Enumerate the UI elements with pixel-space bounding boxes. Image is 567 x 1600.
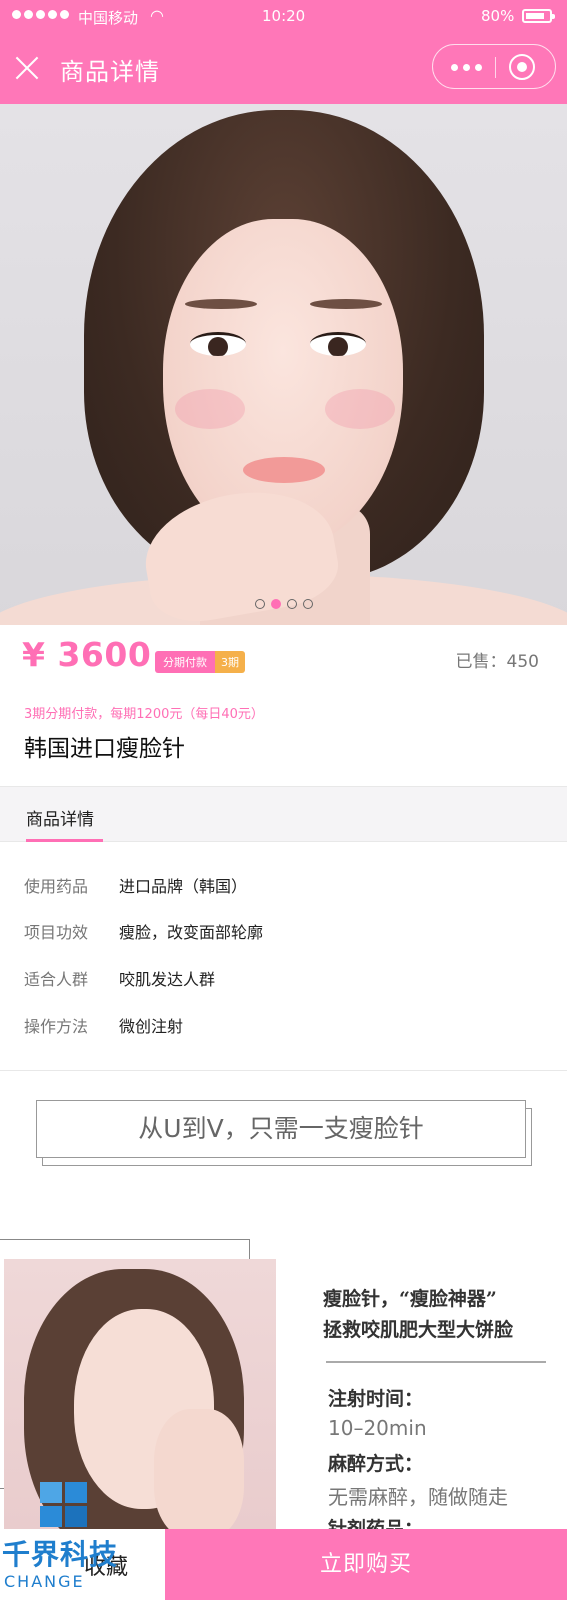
- product-summary: ¥ 3600 分期付款 3期 已售：450 3期分期付款，每期1200元（每日4…: [0, 625, 567, 785]
- wifi-icon: ◠: [150, 6, 164, 25]
- promo-divider: [326, 1361, 546, 1363]
- slogan-banner: 从U到V，只需一支瘦脸针: [36, 1100, 536, 1166]
- close-icon[interactable]: [14, 55, 40, 81]
- hero-photo-cheek: [325, 389, 395, 429]
- buy-now-button[interactable]: 立即购买: [165, 1529, 567, 1600]
- spec-value: 瘦脸，改变面部轮廓: [119, 923, 264, 942]
- hero-photo-cheek: [175, 389, 245, 429]
- watermark-cn: 千界科技: [2, 1538, 119, 1571]
- spec-value: 微创注射: [119, 1017, 184, 1036]
- top-bar: 中国移动 ◠ 10:20 80% 商品详情: [0, 0, 567, 104]
- windows-logo-icon: [40, 1482, 88, 1528]
- product-name: 韩国进口瘦脸针: [24, 736, 185, 762]
- carousel-dot[interactable]: [286, 599, 297, 609]
- product-image-carousel[interactable]: [0, 104, 567, 625]
- spec-key: 操作方法: [24, 1017, 89, 1036]
- installment-info: 3期分期付款，每期1200元（每日40元）: [24, 707, 264, 722]
- exit-target-icon[interactable]: [509, 54, 535, 80]
- status-bar: 中国移动 ◠ 10:20 80%: [0, 0, 567, 32]
- battery-fill: [526, 13, 544, 19]
- promo-photo-hand: [154, 1409, 244, 1529]
- battery-percent: 80%: [481, 7, 515, 25]
- spec-key: 项目功效: [24, 923, 89, 942]
- status-time: 10:20: [262, 7, 306, 25]
- hero-photo-brow: [310, 299, 382, 309]
- carousel-dot[interactable]: [254, 599, 265, 609]
- hero-photo-eye: [190, 332, 246, 356]
- page-title: 商品详情: [60, 58, 160, 86]
- spec-key: 适合人群: [24, 970, 89, 989]
- active-tab-indicator: [26, 839, 103, 842]
- hero-photo-brow: [185, 299, 257, 309]
- promo-key: 注射时间：: [328, 1388, 424, 1410]
- mini-program-capsule: [432, 44, 556, 89]
- watermark-en: CHANGE: [4, 1572, 85, 1591]
- carousel-dot[interactable]: [302, 599, 313, 609]
- slogan-text: 从U到V，只需一支瘦脸针: [36, 1100, 526, 1158]
- carousel-indicator[interactable]: [0, 599, 567, 611]
- installment-badge-periods: 3期: [215, 651, 245, 673]
- more-icon[interactable]: [447, 57, 485, 77]
- tab-product-details[interactable]: 商品详情: [26, 805, 94, 830]
- signal-strength-icon: [12, 10, 69, 19]
- capsule-divider: [495, 57, 496, 78]
- spec-key: 使用药品: [24, 877, 89, 896]
- installment-badge-label: 分期付款: [155, 651, 215, 673]
- promo-text-block: 瘦脸针，“瘦脸神器” 拯救咬肌肥大型大饼脸 注射时间： 10–20min 麻醉方…: [323, 1284, 553, 1540]
- sold-count: 已售：450: [455, 652, 539, 672]
- battery-icon: [522, 9, 555, 23]
- carrier-name: 中国移动: [78, 9, 139, 27]
- product-price: ¥ 3600: [22, 635, 152, 674]
- hero-photo-eye: [310, 332, 366, 356]
- promo-subheadline: 拯救咬肌肥大型大饼脸: [323, 1319, 514, 1341]
- hero-photo-lips: [243, 457, 325, 483]
- spec-list: 使用药品 进口品牌（韩国） 项目功效 瘦脸，改变面部轮廓 适合人群 咬肌发达人群…: [0, 845, 567, 1071]
- promo-value: 10–20min: [328, 1416, 427, 1440]
- detail-tab-bar: 商品详情: [0, 786, 567, 842]
- spec-value: 咬肌发达人群: [119, 970, 216, 989]
- promo-key: 麻醉方式：: [328, 1453, 424, 1475]
- spec-value: 进口品牌（韩国）: [119, 877, 248, 896]
- installment-badge: 分期付款 3期: [155, 651, 245, 673]
- promo-headline: 瘦脸针，“瘦脸神器”: [323, 1288, 497, 1310]
- carousel-dot[interactable]: [270, 599, 281, 609]
- promo-value: 无需麻醉，随做随走: [328, 1485, 508, 1509]
- watermark-logo: 千界科技 CHANGE: [0, 1482, 135, 1600]
